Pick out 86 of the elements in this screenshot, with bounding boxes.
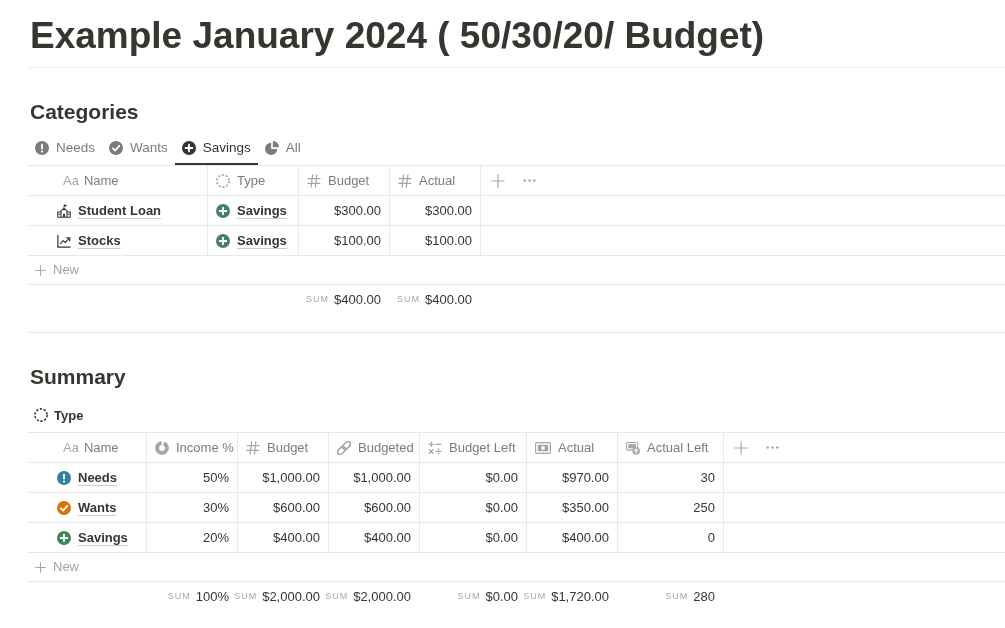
more-icon: [523, 178, 536, 183]
page-title: Example January 2024 ( 50/30/20/ Budget): [28, 0, 1005, 68]
plus-circle-icon: [181, 140, 196, 155]
column-header[interactable]: Budget: [238, 433, 329, 462]
sum-value: $400.00: [334, 291, 381, 310]
view-tab[interactable]: Wants: [102, 132, 175, 165]
column-header[interactable]: Income %: [147, 433, 238, 462]
sum-label: SUM: [397, 293, 420, 307]
select-value: Savings: [237, 201, 287, 220]
sum-label: SUM: [325, 590, 349, 604]
table-cell: $0.00: [420, 523, 527, 552]
exclamation-circle-icon: [35, 140, 49, 155]
sum-label: SUM: [306, 293, 329, 307]
page-link[interactable]: Stocks: [78, 230, 121, 251]
table-cell: $300.00: [390, 196, 481, 225]
hash-icon: [398, 173, 412, 188]
column-header[interactable]: Actual Left: [618, 433, 724, 462]
hash-icon: [246, 440, 260, 455]
sum-label: SUM: [167, 590, 191, 604]
table-cell: $970.00: [527, 463, 618, 492]
plus-icon: [35, 264, 46, 276]
sum-value: $400.00: [425, 291, 472, 310]
dashed-circle-icon: [216, 173, 230, 188]
column-header[interactable]: Actual: [390, 166, 481, 195]
table-cell: $400.00: [238, 523, 329, 552]
column-header[interactable]: Budgeted: [329, 433, 420, 462]
sum-label: SUM: [234, 590, 258, 604]
section-heading: Categories: [29, 99, 140, 125]
column-header[interactable]: Type: [208, 166, 299, 195]
sum-label: SUM: [665, 590, 689, 604]
sum-value: 100%: [195, 588, 229, 607]
school-building-icon: [57, 203, 71, 218]
new-row-button[interactable]: New: [28, 256, 86, 284]
dashed-circle-icon: [34, 408, 48, 422]
table-cell: 0: [618, 523, 724, 552]
plus-icon: [35, 561, 46, 573]
table-cell: $600.00: [329, 493, 420, 522]
column-header[interactable]: Budget: [299, 166, 390, 195]
page-link[interactable]: Wants: [78, 497, 117, 518]
math-symbols-icon: [428, 440, 442, 455]
table-cell: $300.00: [299, 196, 390, 225]
select-value: Savings: [237, 231, 287, 250]
new-row-button[interactable]: New: [28, 553, 86, 581]
sum-value: $0.00: [485, 588, 518, 607]
plus-icon: [491, 173, 505, 188]
view-tab[interactable]: Savings: [174, 132, 258, 165]
line-chart-icon: [57, 233, 71, 248]
table-cell: $350.00: [527, 493, 618, 522]
view-tab[interactable]: Needs: [28, 132, 103, 165]
view-tab[interactable]: All: [257, 132, 308, 165]
link-icon: [337, 440, 351, 455]
banknote-icon: [535, 441, 551, 454]
sum-value: $2,000.00: [262, 588, 320, 607]
sum-label: SUM: [523, 590, 547, 604]
table-cell: 250: [618, 493, 724, 522]
table-cell: 20%: [147, 523, 238, 552]
more-icon: [766, 445, 779, 450]
check-circle-icon: [109, 140, 124, 155]
table-cell: $0.00: [420, 463, 527, 492]
sum-value: 280: [693, 588, 715, 607]
table-cell: $600.00: [238, 493, 329, 522]
sum-value: $2,000.00: [353, 588, 411, 607]
table-cell: $0.00: [420, 493, 527, 522]
sum-label: SUM: [457, 590, 481, 604]
table-cell: $400.00: [527, 523, 618, 552]
table-cell: $100.00: [299, 226, 390, 255]
pie-chart-icon: [264, 140, 279, 155]
table-cell: 30%: [147, 493, 238, 522]
table-cell: $1,000.00: [238, 463, 329, 492]
plus-icon: [734, 440, 748, 455]
column-header[interactable]: Budget Left: [420, 433, 527, 462]
table-cell: $1,000.00: [329, 463, 420, 492]
table-cell: 30: [618, 463, 724, 492]
table-cell: $400.00: [329, 523, 420, 552]
table-cell: $100.00: [390, 226, 481, 255]
view-tab[interactable]: Type: [28, 402, 90, 428]
banknote-coin-icon: [626, 440, 640, 455]
table-cell: 50%: [147, 463, 238, 492]
hash-icon: [307, 173, 321, 188]
donut-icon: [155, 440, 169, 455]
sum-value: $1,720.00: [551, 588, 609, 607]
page-link[interactable]: Needs: [78, 467, 118, 488]
column-header[interactable]: Actual: [527, 433, 618, 462]
page-link[interactable]: Savings: [78, 527, 128, 548]
page-link[interactable]: Student Loan: [78, 200, 162, 221]
section-heading: Summary: [29, 364, 127, 390]
